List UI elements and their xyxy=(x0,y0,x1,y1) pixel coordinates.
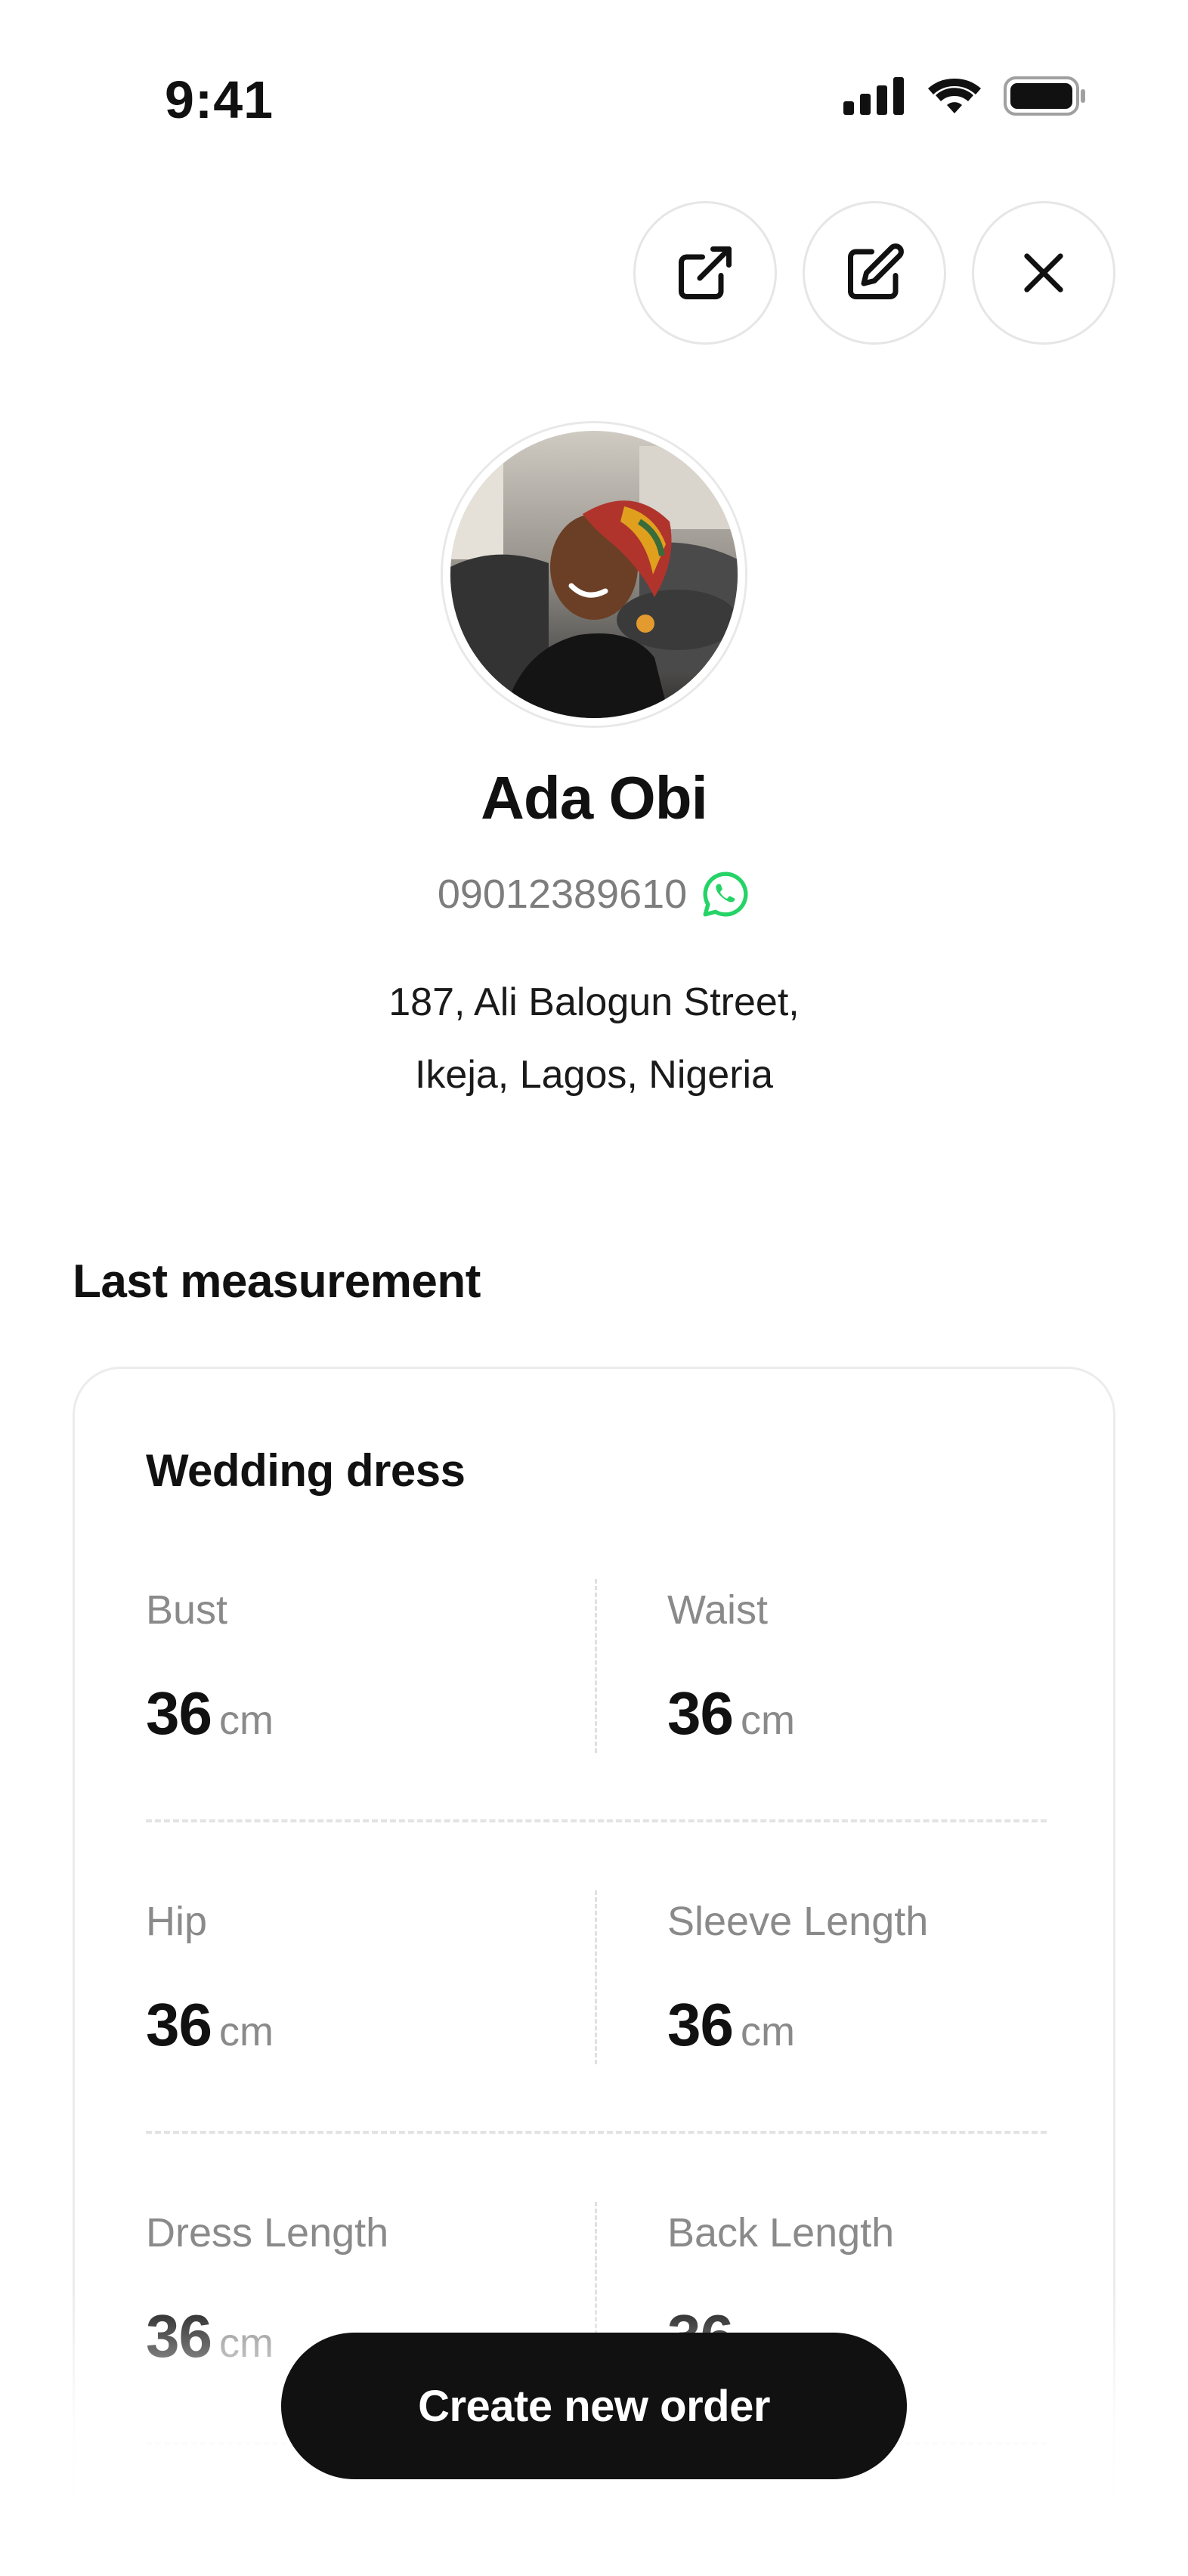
measurement-cell-bust: Bust 36 cm xyxy=(146,1587,569,1748)
close-icon xyxy=(1024,253,1063,293)
address-line-1: 187, Ali Balogun Street, xyxy=(388,980,800,1024)
address-line-2: Ikeja, Lagos, Nigeria xyxy=(414,1053,774,1097)
status-icons xyxy=(843,76,1087,116)
row-divider xyxy=(146,2131,1047,2134)
measurement-cell-waist: Waist 36 cm xyxy=(667,1587,1091,1748)
measurement-value: 36 xyxy=(667,1991,734,2058)
close-button[interactable] xyxy=(972,201,1115,345)
edit-button[interactable] xyxy=(803,201,946,345)
phone-number[interactable]: 09012389610 xyxy=(438,871,687,918)
row-divider xyxy=(146,1819,1047,1822)
measurement-cell-sleeve-length: Sleeve Length 36 cm xyxy=(667,1898,1091,2060)
measurement-unit: cm xyxy=(740,2009,795,2054)
measurement-label: Waist xyxy=(667,1587,768,1633)
measurement-value: 36 xyxy=(667,1680,734,1747)
customer-name: Ada Obi xyxy=(481,764,708,831)
measurement-label: Back Length xyxy=(667,2210,895,2256)
measurement-unit: cm xyxy=(218,1698,274,1743)
measurement-label: Hip xyxy=(146,1899,208,1944)
measurement-title: Wedding dress xyxy=(146,1445,466,1496)
measurement-label: Sleeve Length xyxy=(667,1899,929,1944)
signal-icon xyxy=(843,77,904,115)
measurement-value: 36 xyxy=(146,1680,212,1747)
battery-icon xyxy=(1004,76,1085,116)
section-title: Last measurement xyxy=(73,1255,481,1308)
create-order-button[interactable]: Create new order xyxy=(281,2333,907,2479)
measurement-label: Dress Length xyxy=(146,2210,389,2256)
measurement-cell-hip: Hip 36 cm xyxy=(146,1898,569,2060)
avatar-photo xyxy=(450,431,738,718)
wifi-icon xyxy=(928,78,981,113)
external-link-icon xyxy=(679,246,732,299)
measurement-unit: cm xyxy=(218,2009,274,2054)
address: 187, Ali Balogun Street, Ikeja, Lagos, N… xyxy=(0,966,1188,1111)
phone-row[interactable]: 09012389610 xyxy=(0,869,1188,919)
measurement-unit: cm xyxy=(740,1698,795,1743)
measurement-value: 36 xyxy=(146,1991,212,2058)
share-button[interactable] xyxy=(633,201,777,345)
edit-icon xyxy=(848,243,904,299)
status-time: 9:41 xyxy=(165,70,274,129)
column-divider xyxy=(595,1579,597,1753)
column-divider xyxy=(595,1890,597,2064)
measurement-label: Bust xyxy=(146,1587,228,1633)
avatar xyxy=(443,423,745,726)
whatsapp-icon[interactable] xyxy=(701,869,750,919)
